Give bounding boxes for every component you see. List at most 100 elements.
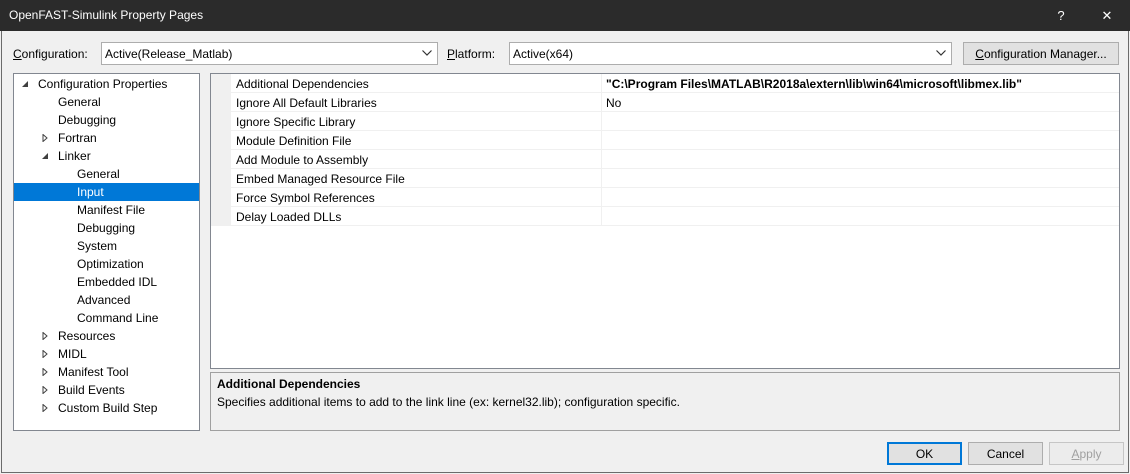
property-name-cell[interactable]: Module Definition File (231, 131, 602, 150)
platform-select[interactable]: Active(x64) (509, 42, 952, 65)
property-name: Additional Dependencies (236, 77, 369, 91)
tree-item-label: Linker (58, 149, 91, 163)
tree-collapsed-icon[interactable] (40, 402, 50, 414)
property-value-cell[interactable]: No (602, 93, 1119, 112)
property-name: Force Symbol References (236, 191, 375, 205)
tree-collapsed-icon[interactable] (40, 132, 50, 144)
property-row[interactable]: Additional Dependencies "C:\Program Files… (211, 74, 1119, 93)
tree-item[interactable]: MIDL (14, 345, 199, 363)
tree-item[interactable]: Linker (14, 147, 199, 165)
property-row[interactable]: Module Definition File (211, 131, 1119, 150)
tree-collapsed-icon[interactable] (40, 348, 50, 360)
property-value-cell[interactable]: "C:\Program Files\MATLAB\R2018a\extern\l… (602, 74, 1119, 93)
row-gutter (211, 150, 231, 169)
tree-item-label: Advanced (77, 293, 131, 307)
property-name: Embed Managed Resource File (236, 172, 405, 186)
tree-item[interactable]: Advanced (14, 291, 199, 309)
tree-item[interactable]: General (14, 165, 199, 183)
tree-item[interactable]: Configuration Properties (14, 75, 199, 93)
property-name-cell[interactable]: Additional Dependencies (231, 74, 602, 93)
property-name-cell[interactable]: Ignore All Default Libraries (231, 93, 602, 112)
close-button[interactable]: ✕ (1084, 0, 1130, 31)
property-name: Ignore All Default Libraries (236, 96, 377, 110)
configuration-label: Configuration: (13, 47, 88, 61)
tree-item[interactable]: Manifest File (14, 201, 199, 219)
tree-item[interactable]: Input (14, 183, 199, 201)
property-row[interactable]: Delay Loaded DLLs (211, 207, 1119, 226)
property-name-cell[interactable]: Delay Loaded DLLs (231, 207, 602, 226)
property-name-cell[interactable]: Ignore Specific Library (231, 112, 602, 131)
row-gutter (211, 131, 231, 150)
tree-expanded-icon[interactable] (20, 78, 30, 90)
row-gutter (211, 93, 231, 112)
property-name: Module Definition File (236, 134, 352, 148)
close-icon: ✕ (1101, 7, 1113, 23)
configuration-manager-button[interactable]: Configuration Manager... (963, 42, 1119, 65)
tree-item-label: General (77, 167, 120, 181)
property-row[interactable]: Embed Managed Resource File (211, 169, 1119, 188)
cancel-button[interactable]: Cancel (968, 442, 1043, 465)
tree-item[interactable]: Embedded IDL (14, 273, 199, 291)
row-gutter (211, 112, 231, 131)
property-row[interactable]: Add Module to Assembly (211, 150, 1119, 169)
dialog-body: Configuration: Active(Release_Matlab) Pl… (1, 31, 1129, 473)
row-gutter (211, 207, 231, 226)
property-tree[interactable]: Configuration Properties General Debugging… (13, 73, 200, 431)
tree-item[interactable]: Build Events (14, 381, 199, 399)
row-gutter (211, 74, 231, 93)
tree-item[interactable]: Command Line (14, 309, 199, 327)
tree-item-label: Command Line (77, 311, 159, 325)
tree-item[interactable]: Debugging (14, 219, 199, 237)
tree-collapsed-icon[interactable] (40, 366, 50, 378)
property-name-cell[interactable]: Embed Managed Resource File (231, 169, 602, 188)
row-gutter (211, 169, 231, 188)
tree-item-label: Optimization (77, 257, 144, 271)
tree-item[interactable]: Custom Build Step (14, 399, 199, 417)
tree-item-label: Embedded IDL (77, 275, 158, 289)
tree-item[interactable]: Optimization (14, 255, 199, 273)
platform-label: Platform: (447, 47, 496, 61)
tree-item-label: General (58, 95, 101, 109)
tree-item-label: Resources (58, 329, 116, 343)
tree-item-label: Custom Build Step (58, 401, 158, 415)
property-value: "C:\Program Files\MATLAB\R2018a\extern\l… (606, 77, 1022, 91)
property-value: No (606, 96, 622, 110)
property-value-cell[interactable] (602, 112, 1119, 131)
tree-item[interactable]: General (14, 93, 199, 111)
apply-button[interactable]: Apply (1049, 442, 1124, 465)
platform-value: Active(x64) (513, 47, 574, 61)
property-row[interactable]: Ignore Specific Library (211, 112, 1119, 131)
configuration-value: Active(Release_Matlab) (105, 47, 233, 61)
description-text: Specifies additional items to add to the… (217, 395, 680, 409)
property-name-cell[interactable]: Add Module to Assembly (231, 150, 602, 169)
property-name: Delay Loaded DLLs (236, 210, 342, 224)
tree-item-label: Fortran (58, 131, 97, 145)
property-row[interactable]: Ignore All Default Libraries No (211, 93, 1119, 112)
row-gutter (211, 188, 231, 207)
property-value-cell[interactable] (602, 169, 1119, 188)
configuration-select[interactable]: Active(Release_Matlab) (101, 42, 438, 65)
title-bar: OpenFAST-Simulink Property Pages ? ✕ (0, 0, 1130, 31)
property-row[interactable]: Force Symbol References (211, 188, 1119, 207)
tree-collapsed-icon[interactable] (40, 330, 50, 342)
chevron-down-icon (421, 46, 433, 60)
description-panel: Additional Dependencies Specifies additi… (210, 372, 1120, 431)
tree-item-label: Configuration Properties (38, 77, 168, 91)
property-value-cell[interactable] (602, 150, 1119, 169)
ok-button[interactable]: OK (887, 442, 962, 465)
tree-item-label: Debugging (58, 113, 117, 127)
help-icon: ? (1057, 8, 1065, 23)
tree-item[interactable]: Resources (14, 327, 199, 345)
property-value-cell[interactable] (602, 188, 1119, 207)
tree-item[interactable]: Fortran (14, 129, 199, 147)
property-value-cell[interactable] (602, 207, 1119, 226)
help-button[interactable]: ? (1038, 0, 1084, 31)
tree-item[interactable]: Debugging (14, 111, 199, 129)
property-value-cell[interactable] (602, 131, 1119, 150)
property-name-cell[interactable]: Force Symbol References (231, 188, 602, 207)
tree-item-label: Manifest Tool (58, 365, 129, 379)
tree-collapsed-icon[interactable] (40, 384, 50, 396)
tree-item[interactable]: Manifest Tool (14, 363, 199, 381)
tree-item[interactable]: System (14, 237, 199, 255)
tree-expanded-icon[interactable] (40, 150, 50, 162)
